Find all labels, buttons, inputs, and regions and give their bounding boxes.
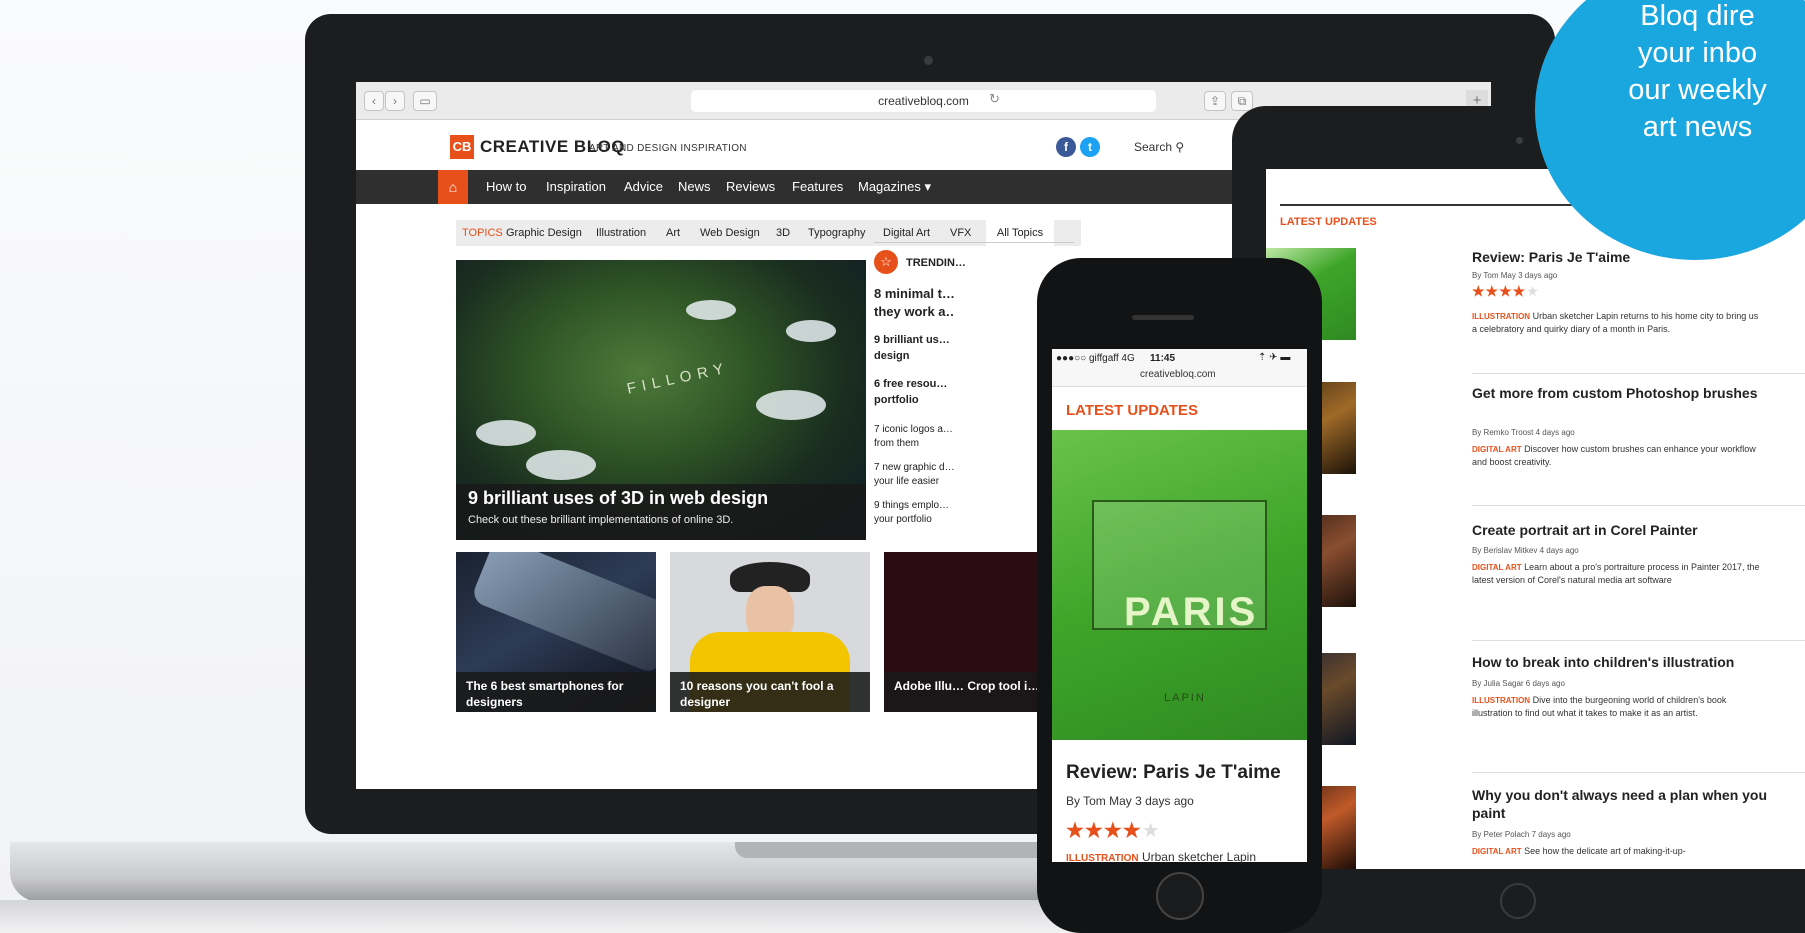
article-desc: DIGITAL ART Learn about a pro's portrait… (1472, 561, 1762, 587)
trending-item[interactable]: design (874, 350, 954, 362)
map-label: FILLORY (625, 359, 731, 398)
phone-time: 11:45 (1150, 353, 1176, 364)
item-divider (1472, 373, 1805, 374)
article-card[interactable]: 10 reasons you can't fool a designer (670, 552, 870, 712)
status-icons: ⇡ ✈ ▬ (1258, 352, 1291, 363)
trending-label: TRENDIN… (906, 257, 966, 269)
laptop-camera (924, 56, 933, 65)
phone-category: ILLUSTRATION (1066, 853, 1139, 864)
nav-advice[interactable]: Advice (624, 170, 663, 204)
article-title[interactable]: Create portrait art in Corel Painter (1472, 521, 1802, 539)
topic-typography[interactable]: Typography (808, 220, 865, 246)
article-title[interactable]: Review: Paris Je T'aime (1472, 248, 1802, 266)
article-byline: By Julia Sagar 6 days ago (1472, 679, 1565, 688)
laptop-notch (735, 842, 1065, 858)
search-button[interactable]: Search ⚲ (1134, 140, 1184, 154)
trending-item[interactable]: 8 minimal t… (874, 286, 954, 301)
phone-home-button[interactable] (1156, 872, 1204, 920)
article-title[interactable]: How to break into children's illustratio… (1472, 653, 1802, 671)
article-category: DIGITAL ART (1472, 445, 1522, 454)
facebook-icon[interactable]: f (1056, 137, 1076, 157)
phone-img-small-text: LAPIN (1164, 692, 1206, 704)
item-divider (1472, 505, 1805, 506)
trending-item[interactable]: from them (874, 438, 954, 449)
article-category: DIGITAL ART (1472, 563, 1522, 572)
article-byline: By Berislav Mitkev 4 days ago (1472, 546, 1579, 555)
hero-title[interactable]: 9 brilliant uses of 3D in web design (468, 488, 768, 509)
filled-stars: ★★★★ (1472, 283, 1527, 299)
phone-rating-stars: ★★★★★ (1066, 818, 1161, 843)
item-divider (1472, 772, 1805, 773)
article-byline: By Peter Polach 7 days ago (1472, 830, 1571, 839)
trending-item[interactable]: 9 things emplo… (874, 500, 954, 511)
card-title: 10 reasons you can't fool a designer (670, 672, 870, 712)
nav-reviews[interactable]: Reviews (726, 170, 775, 204)
article-category: ILLUSTRATION (1472, 696, 1531, 705)
site-tagline: ART AND DESIGN INSPIRATION (589, 143, 747, 154)
article-category: DIGITAL ART (1472, 847, 1522, 856)
trending-item[interactable]: your portfolio (874, 514, 954, 525)
phone-speaker (1132, 315, 1194, 320)
tablet-camera (1516, 137, 1523, 144)
logo-mark[interactable]: CB (450, 135, 474, 159)
trending-item[interactable]: 6 free resou… (874, 378, 954, 390)
home-icon[interactable]: ⌂ (438, 170, 468, 204)
phone-summary: Urban sketcher Lapin (1141, 850, 1257, 864)
article-desc: ILLUSTRATION Dive into the burgeoning wo… (1472, 694, 1762, 720)
trending-item[interactable]: 9 brilliant us… (874, 334, 954, 346)
article-byline: By Remko Troost 4 days ago (1472, 428, 1575, 437)
phone-latest-updates-label: LATEST UPDATES (1066, 402, 1198, 419)
search-label: Search (1134, 140, 1173, 154)
tablet-home-button[interactable] (1500, 883, 1536, 919)
filled-stars: ★★★★ (1066, 820, 1142, 842)
phone-url[interactable]: creativebloq.com (1140, 369, 1216, 380)
trending-item[interactable]: 7 new graphic d… (874, 462, 954, 473)
card-title: The 6 best smartphones for designers (456, 672, 656, 712)
hero-subtitle: Check out these brilliant implementation… (468, 514, 734, 526)
topic-3d[interactable]: 3D (776, 220, 790, 246)
topic-graphic-design[interactable]: Graphic Design (506, 220, 582, 246)
phone-article-title[interactable]: Review: Paris Je T'aime (1066, 762, 1281, 784)
topics-label: TOPICS (462, 227, 503, 239)
trending-item[interactable]: they work a… (874, 304, 954, 319)
nav-magazines[interactable]: Magazines ▾ (858, 170, 931, 204)
trending-item[interactable]: 7 iconic logos a… (874, 424, 954, 435)
phone-desc: ILLUSTRATION Urban sketcher Lapin (1066, 850, 1256, 864)
topic-web-design[interactable]: Web Design (700, 220, 760, 246)
article-title[interactable]: Get more from custom Photoshop brushes (1472, 384, 1802, 402)
empty-star: ★ (1526, 283, 1540, 299)
nav-inspiration[interactable]: Inspiration (546, 170, 606, 204)
article-desc: DIGITAL ART Discover how custom brushes … (1472, 443, 1762, 469)
phone-article-image[interactable]: PARIS LAPIN (1052, 430, 1307, 740)
rating-stars: ★★★★★ (1472, 283, 1540, 300)
promo-text: Bloq dire your inbo our weekly art news (1628, 0, 1767, 143)
article-byline: By Tom May 3 days ago (1472, 271, 1558, 280)
topic-illustration[interactable]: Illustration (596, 220, 646, 246)
article-desc: DIGITAL ART See how the delicate art of … (1472, 845, 1762, 858)
latest-updates-label: LATEST UPDATES (1280, 216, 1377, 228)
star-icon: ☆ (874, 250, 898, 274)
phone-img-text: PARIS (1124, 590, 1259, 634)
twitter-icon[interactable]: t (1080, 137, 1100, 157)
empty-star: ★ (1141, 820, 1161, 842)
topic-art[interactable]: Art (666, 220, 680, 246)
trending-divider (874, 242, 1074, 243)
item-divider (1472, 640, 1805, 641)
article-summary: See how the delicate art of making-it-up… (1524, 846, 1686, 856)
article-title[interactable]: Why you don't always need a plan when yo… (1472, 786, 1802, 822)
nav-how-to[interactable]: How to (486, 170, 526, 204)
phone-byline: By Tom May 3 days ago (1066, 794, 1194, 808)
article-desc: ILLUSTRATION Urban sketcher Lapin return… (1472, 310, 1762, 336)
nav-features[interactable]: Features (792, 170, 843, 204)
product-showcase: ‹ › ▭ creativebloq.com ↻ ⇪ ⧉ + CB CREATI… (0, 0, 1805, 933)
article-category: ILLUSTRATION (1472, 312, 1531, 321)
search-icon: ⚲ (1175, 140, 1185, 154)
trending-item[interactable]: your life easier (874, 476, 954, 487)
article-card[interactable]: The 6 best smartphones for designers (456, 552, 656, 712)
nav-news[interactable]: News (678, 170, 711, 204)
carrier-label: ●●●○○ giffgaff 4G (1056, 353, 1135, 364)
trending-item[interactable]: portfolio (874, 394, 954, 406)
